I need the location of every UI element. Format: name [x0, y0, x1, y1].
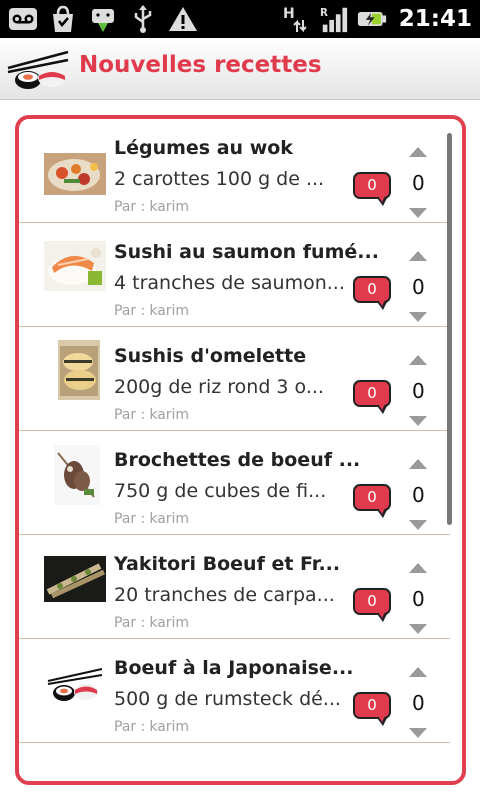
comment-count-badge[interactable]: 0 — [353, 588, 391, 622]
voicemail-icon — [8, 4, 38, 34]
recipe-description: 500 g de rumsteck dé... — [114, 688, 341, 710]
roaming-signal-icon: R — [319, 4, 349, 34]
downvote-arrow-icon[interactable] — [409, 416, 427, 426]
upvote-arrow-icon[interactable] — [409, 147, 427, 157]
comment-count-badge[interactable]: 0 — [353, 380, 391, 414]
list-scrollbar[interactable] — [447, 133, 452, 525]
android-download-icon — [88, 4, 118, 34]
recipe-title: Brochettes de boeuf ... — [114, 449, 361, 471]
recipe-title: Légumes au wok — [114, 137, 293, 159]
upvote-arrow-icon[interactable] — [409, 459, 427, 469]
recipe-author: Par : karim — [114, 199, 190, 215]
recipe-description: 4 tranches de saumon... — [114, 272, 345, 294]
comment-count-badge[interactable]: 0 — [353, 172, 391, 206]
vote-count: 0 — [412, 691, 425, 715]
recipe-row[interactable]: Sushi au saumon fumé... 4 tranches de sa… — [19, 223, 450, 327]
recipe-thumbnail — [44, 153, 106, 195]
downvote-arrow-icon[interactable] — [409, 728, 427, 738]
recipe-row[interactable]: Sushis d'omelette 200g de riz rond 3 o..… — [19, 327, 450, 431]
recipe-description: 2 carottes 100 g de ... — [114, 168, 325, 190]
downvote-arrow-icon[interactable] — [409, 624, 427, 634]
vote-count: 0 — [412, 379, 425, 403]
svg-text:H: H — [283, 6, 295, 22]
upvote-arrow-icon[interactable] — [409, 251, 427, 261]
recipe-author: Par : karim — [114, 719, 190, 735]
recipe-title: Sushi au saumon fumé... — [114, 241, 379, 263]
vote-count: 0 — [412, 275, 425, 299]
page-title: Nouvelles recettes — [79, 52, 322, 78]
recipe-thumbnail — [44, 665, 106, 705]
recipe-thumbnail — [54, 445, 100, 505]
downvote-arrow-icon[interactable] — [409, 208, 427, 218]
recipe-author: Par : karim — [114, 615, 190, 631]
upvote-arrow-icon[interactable] — [409, 355, 427, 365]
recipe-author: Par : karim — [114, 407, 190, 423]
vote-count: 0 — [412, 483, 425, 507]
shopping-bag-icon — [48, 4, 78, 34]
downvote-arrow-icon[interactable] — [409, 520, 427, 530]
comment-count-badge[interactable]: 0 — [353, 276, 391, 310]
recipe-row[interactable]: Yakitori Boeuf et Fr... 20 tranches de c… — [19, 535, 450, 639]
recipe-list-panel: Légumes au wok 2 carottes 100 g de ... P… — [15, 115, 466, 785]
vote-count: 0 — [412, 171, 425, 195]
recipe-author: Par : karim — [114, 303, 190, 319]
recipe-list[interactable]: Légumes au wok 2 carottes 100 g de ... P… — [19, 119, 450, 773]
recipe-description: 20 tranches de carpa... — [114, 584, 335, 606]
sushi-logo-icon — [6, 46, 70, 92]
upvote-arrow-icon[interactable] — [409, 667, 427, 677]
recipe-title: Boeuf à la Japonaise... — [114, 657, 354, 679]
svg-text:R: R — [320, 7, 328, 19]
recipe-thumbnail — [44, 556, 106, 602]
clock: 21:41 — [398, 6, 472, 32]
recipe-row[interactable]: Brochettes de boeuf ... 750 g de cubes d… — [19, 431, 450, 535]
downvote-arrow-icon[interactable] — [409, 312, 427, 322]
usb-icon — [128, 4, 158, 34]
recipe-author: Par : karim — [114, 511, 190, 527]
recipe-thumbnail — [44, 241, 106, 291]
recipe-title: Yakitori Boeuf et Fr... — [114, 553, 341, 575]
recipe-title: Sushis d'omelette — [114, 345, 307, 367]
recipe-row[interactable]: Boeuf à la Japonaise... 500 g de rumstec… — [19, 639, 450, 743]
status-bar: H R 21:41 — [0, 0, 480, 38]
hsdpa-data-icon: H — [281, 4, 311, 34]
recipe-row[interactable]: Légumes au wok 2 carottes 100 g de ... P… — [19, 119, 450, 223]
vote-count: 0 — [412, 587, 425, 611]
app-header: Nouvelles recettes — [0, 38, 480, 100]
warning-icon — [168, 4, 198, 34]
battery-charging-icon — [357, 4, 387, 34]
recipe-row-partial[interactable] — [19, 743, 450, 773]
comment-count-badge[interactable]: 0 — [353, 692, 391, 726]
recipe-description: 200g de riz rond 3 o... — [114, 376, 324, 398]
recipe-description: 750 g de cubes de fi... — [114, 480, 327, 502]
upvote-arrow-icon[interactable] — [409, 563, 427, 573]
recipe-thumbnail — [58, 340, 100, 400]
comment-count-badge[interactable]: 0 — [353, 484, 391, 518]
